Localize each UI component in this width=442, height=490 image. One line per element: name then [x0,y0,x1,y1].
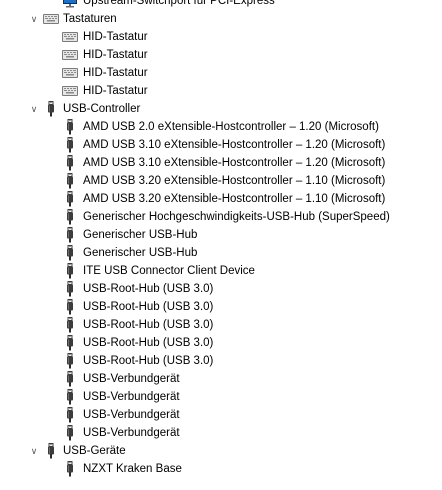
tree-item-device[interactable]: AMD USB 3.10 eXtensible-Hostcontroller –… [0,136,442,154]
usb-plug-icon [62,227,78,243]
usb-plug-icon [62,263,78,279]
keyboard-icon [62,29,78,45]
category-usb-geraete[interactable]: ∨ USB-Geräte [0,442,442,460]
usb-plug-icon [62,191,78,207]
usb-plug-icon [62,245,78,261]
usb-plug-icon [62,119,78,135]
tree-item-label: Generischer USB-Hub [83,247,198,259]
chevron-down-icon[interactable]: ∨ [28,442,40,460]
usb-plug-icon [62,281,78,297]
chevron-down-icon[interactable]: ∨ [28,100,40,118]
tree-item-device[interactable]: USB-Root-Hub (USB 3.0) [0,316,442,334]
tree-item-device[interactable]: AMD USB 2.0 eXtensible-Hostcontroller – … [0,118,442,136]
tree-item-device[interactable]: USB-Root-Hub (USB 3.0) [0,334,442,352]
tree-item-label: AMD USB 3.20 eXtensible-Hostcontroller –… [83,193,386,205]
usb-plug-icon [62,371,78,387]
tree-item-label: USB-Verbundgerät [83,409,180,421]
chevron-down-icon[interactable]: ∨ [28,10,40,28]
tree-item-label: ITE USB Connector Client Device [83,265,255,277]
category-label: Tastaturen [63,13,117,25]
usb-plug-icon [62,317,78,333]
usb-plug-icon [62,425,78,441]
tree-item-label: USB-Root-Hub (USB 3.0) [83,337,214,349]
tree-item-label: AMD USB 3.10 eXtensible-Hostcontroller –… [83,157,386,169]
tree-item-label: Generischer Hochgeschwindigkeits-USB-Hub… [83,211,390,223]
tree-item-label: USB-Root-Hub (USB 3.0) [83,301,214,313]
keyboard-icon [62,83,78,99]
usb-plug-icon [62,299,78,315]
keyboard-icon [62,65,78,81]
tree-item-label: AMD USB 3.20 eXtensible-Hostcontroller –… [83,175,386,187]
tree-item-device[interactable]: USB-Verbundgerät [0,370,442,388]
category-usb-controller[interactable]: ∨ USB-Controller [0,100,442,118]
tree-item-device[interactable]: NZXT Kraken Base [0,460,442,478]
tree-item-label: HID-Tastatur [83,67,148,79]
category-tastaturen[interactable]: ∨ Tastaturen [0,10,442,28]
tree-item-label: USB-Root-Hub (USB 3.0) [83,355,214,367]
tree-item-label: HID-Tastatur [83,49,148,61]
tree-item-device[interactable]: HID-Tastatur [0,64,442,82]
tree-item-device[interactable]: USB-Verbundgerät [0,388,442,406]
tree-item-device[interactable]: Generischer USB-Hub [0,226,442,244]
usb-plug-icon [62,173,78,189]
monitor-icon [62,0,78,9]
tree-item-device[interactable]: HID-Tastatur [0,46,442,64]
tree-item-label: AMD USB 3.10 eXtensible-Hostcontroller –… [83,139,386,151]
category-label: USB-Controller [63,103,141,115]
tree-item-label: HID-Tastatur [83,31,148,43]
tree-item-label: HID-Tastatur [83,85,148,97]
tree-item-device[interactable]: USB-Verbundgerät [0,424,442,442]
usb-plug-icon [62,209,78,225]
tree-item-device[interactable]: USB-Root-Hub (USB 3.0) [0,280,442,298]
usb-plug-icon [62,353,78,369]
usb-plug-icon [62,461,78,477]
usb-plug-icon [62,407,78,423]
tree-item-device[interactable]: Generischer USB-Hub [0,244,442,262]
tree-item-device[interactable]: USB-Verbundgerät [0,406,442,424]
usb-plug-icon [62,389,78,405]
usb-plug-icon [62,137,78,153]
tree-item-label: NZXT Kraken Base [83,463,182,475]
tree-item-device[interactable]: ITE USB Connector Client Device [0,262,442,280]
tree-item-device[interactable]: Generischer Hochgeschwindigkeits-USB-Hub… [0,208,442,226]
keyboard-icon [43,11,59,27]
tree-item-device[interactable]: AMD USB 3.10 eXtensible-Hostcontroller –… [0,154,442,172]
tree-item-label: Generischer USB-Hub [83,229,198,241]
usb-plug-icon [62,335,78,351]
tree-item-device[interactable]: AMD USB 3.20 eXtensible-Hostcontroller –… [0,190,442,208]
usb-plug-icon [43,101,59,117]
usb-plug-icon [62,155,78,171]
tree-item-label: USB-Verbundgerät [83,373,180,385]
tree-item-label: Upstream-Switchport für PCI-Express [83,0,275,7]
device-tree: Upstream-Switchport für PCI-Express ∨ Ta… [0,0,442,478]
tree-item-device[interactable]: USB-Root-Hub (USB 3.0) [0,298,442,316]
tree-item-label: USB-Root-Hub (USB 3.0) [83,283,214,295]
tree-item-label: USB-Root-Hub (USB 3.0) [83,319,214,331]
keyboard-icon [62,47,78,63]
tree-item-partial[interactable]: Upstream-Switchport für PCI-Express [0,0,442,10]
tree-item-label: USB-Verbundgerät [83,391,180,403]
tree-item-label: USB-Verbundgerät [83,427,180,439]
tree-item-device[interactable]: USB-Root-Hub (USB 3.0) [0,352,442,370]
tree-item-device[interactable]: HID-Tastatur [0,82,442,100]
usb-plug-icon [43,443,59,459]
tree-item-label: AMD USB 2.0 eXtensible-Hostcontroller – … [83,121,379,133]
tree-item-device[interactable]: HID-Tastatur [0,28,442,46]
category-label: USB-Geräte [63,445,126,457]
tree-item-device[interactable]: AMD USB 3.20 eXtensible-Hostcontroller –… [0,172,442,190]
